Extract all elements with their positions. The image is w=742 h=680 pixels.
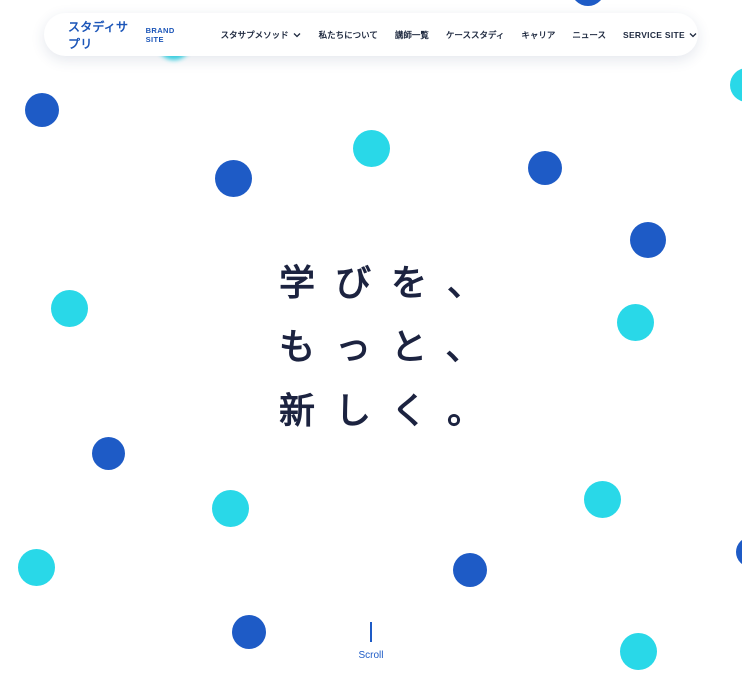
chevron-down-icon	[689, 32, 697, 37]
nav-item-news[interactable]: ニュース	[572, 29, 606, 41]
hero-line-2: もっと、	[279, 327, 502, 368]
hero-line-1: 学びを、	[279, 263, 504, 304]
nav-item-service-site[interactable]: SERVICE SITE	[623, 30, 698, 40]
decorative-dot	[353, 130, 390, 167]
decorative-dot	[736, 537, 742, 567]
nav-item-case-study[interactable]: ケーススタディ	[446, 29, 504, 41]
nav-item-label: キャリア	[521, 30, 556, 41]
decorative-dot	[18, 549, 55, 586]
nav-item-career[interactable]: キャリア	[521, 29, 555, 41]
hero-line-3: 新しく。	[279, 391, 504, 432]
decorative-dot	[232, 615, 266, 649]
chevron-down-icon	[293, 32, 301, 37]
main-nav: スタサプメソッド 私たちについて 講師一覧 ケーススタディ キャリア ニュース …	[221, 29, 698, 41]
decorative-dot	[51, 290, 88, 327]
decorative-dot	[571, 0, 605, 6]
nav-item-label: 講師一覧	[394, 30, 429, 41]
decorative-dot	[528, 151, 562, 185]
nav-item-label: 私たちについて	[318, 30, 378, 41]
scroll-line	[370, 622, 372, 642]
nav-item-about[interactable]: 私たちについて	[319, 29, 378, 41]
decorative-dot	[453, 553, 487, 587]
nav-item-teachers[interactable]: 講師一覧	[395, 29, 429, 41]
brand-logo[interactable]: スタディサプリ BRAND SITE	[68, 18, 187, 52]
site-header: スタディサプリ BRAND SITE スタサプメソッド 私たちについて 講師一覧…	[44, 13, 698, 56]
decorative-dot	[730, 68, 742, 102]
nav-item-label: SERVICE SITE	[622, 29, 685, 40]
decorative-dot	[92, 437, 125, 470]
scroll-indicator[interactable]: Scroll	[340, 622, 402, 661]
logo-subtitle: BRAND SITE	[145, 25, 175, 44]
nav-item-method[interactable]: スタサプメソッド	[221, 29, 302, 41]
hero-heading: 学びを、 もっと、 新しく。	[279, 252, 503, 444]
nav-item-label: ケーススタディ	[445, 30, 505, 41]
decorative-dot	[617, 304, 654, 341]
logo-wordmark[interactable]: スタディサプリ	[68, 18, 138, 52]
decorative-dot	[25, 93, 59, 127]
decorative-dot	[215, 160, 252, 197]
scroll-label: Scroll	[358, 650, 384, 661]
decorative-dot	[584, 481, 621, 518]
nav-item-label: スタサプメソッド	[220, 30, 289, 41]
decorative-dot	[212, 490, 249, 527]
decorative-dot	[620, 633, 657, 670]
nav-item-label: ニュース	[572, 30, 606, 41]
hero-stage: スタディサプリ BRAND SITE スタサプメソッド 私たちについて 講師一覧…	[0, 0, 742, 680]
decorative-dot	[630, 222, 666, 258]
